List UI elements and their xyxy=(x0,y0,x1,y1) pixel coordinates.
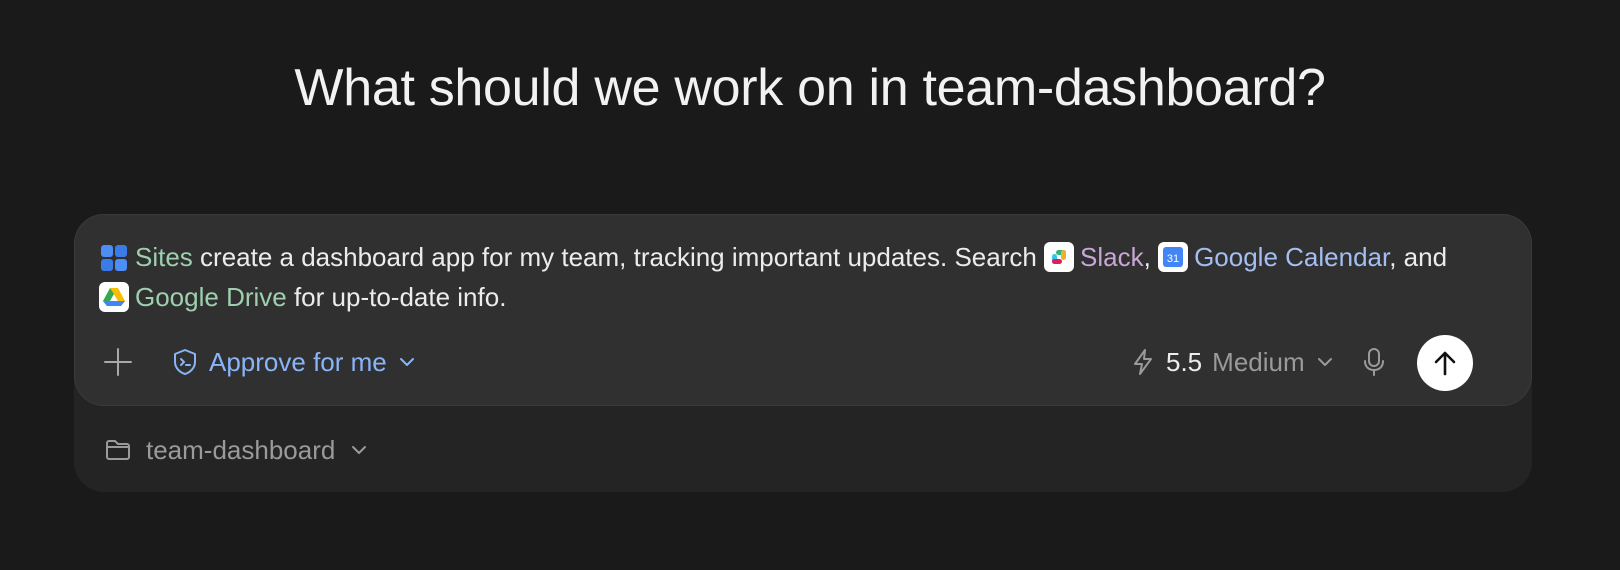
lightning-icon xyxy=(1134,349,1152,375)
page-title: What should we work on in team-dashboard… xyxy=(294,59,1326,117)
model-version: 5.5 xyxy=(1166,346,1203,377)
prompt-text: , and xyxy=(1389,242,1448,272)
send-button[interactable] xyxy=(1417,335,1473,391)
chevron-down-icon xyxy=(1317,358,1332,366)
microphone-icon[interactable] xyxy=(1357,345,1391,379)
composer-toolbar: Approve for me 5.5 Medium xyxy=(75,333,1531,393)
slack-mention-label: Slack xyxy=(1080,242,1144,272)
google-drive-mention[interactable]: Google Drive xyxy=(99,282,287,312)
sites-mention[interactable]: Sites xyxy=(99,242,193,272)
project-folder-label: team-dashboard xyxy=(146,434,336,465)
arrow-up-icon xyxy=(1434,351,1456,376)
model-selector[interactable]: 5.5 Medium xyxy=(1130,343,1335,381)
google-drive-icon xyxy=(99,282,129,312)
sites-icon xyxy=(99,242,129,272)
slack-mention[interactable]: Slack xyxy=(1044,242,1144,272)
prompt-text: , xyxy=(1143,242,1159,272)
prompt-text: for up-to-date info. xyxy=(286,282,507,312)
sites-mention-label: Sites xyxy=(135,242,193,272)
google-calendar-mention-label: Google Calendar xyxy=(1194,242,1390,272)
google-drive-mention-label: Google Drive xyxy=(135,282,287,312)
chevron-down-icon xyxy=(399,358,414,366)
approve-for-me-dropdown[interactable]: Approve for me xyxy=(171,343,417,381)
folder-icon xyxy=(106,440,130,460)
model-level: Medium xyxy=(1212,346,1305,377)
google-calendar-icon-text: 31 xyxy=(1167,253,1179,265)
shield-icon xyxy=(174,349,196,375)
approve-for-me-label: Approve for me xyxy=(209,346,387,377)
google-calendar-icon: 31 xyxy=(1158,242,1189,272)
chevron-down-icon xyxy=(352,446,367,454)
prompt-input[interactable]: Sites create a dashboard app for my team… xyxy=(99,237,1499,317)
project-folder-selector[interactable]: team-dashboard xyxy=(104,432,369,468)
google-calendar-mention[interactable]: 31 Google Calendar xyxy=(1158,242,1389,272)
slack-icon xyxy=(1044,242,1075,272)
plus-icon[interactable] xyxy=(101,345,135,379)
prompt-text: create a dashboard app for my team, trac… xyxy=(192,242,1045,272)
prompt-composer[interactable]: Sites create a dashboard app for my team… xyxy=(74,214,1532,406)
